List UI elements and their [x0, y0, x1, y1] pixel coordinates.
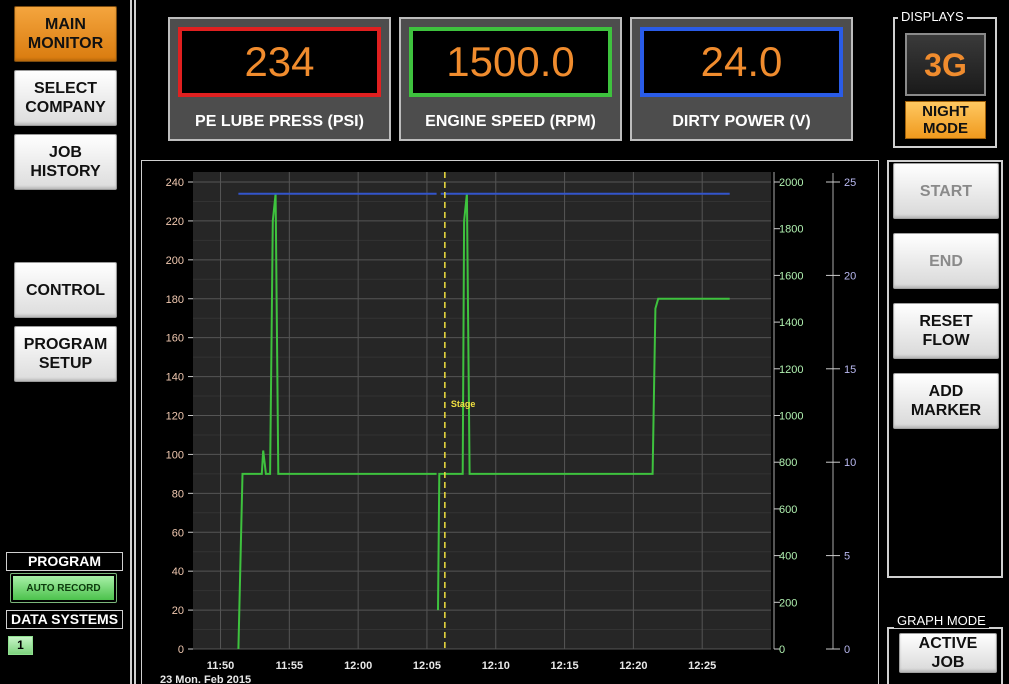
auto-record-label: AUTO RECORD [13, 576, 114, 600]
main-monitor-button[interactable]: MAIN MONITOR [14, 6, 117, 62]
gauge-readout: 234 [178, 27, 381, 97]
add-marker-button[interactable]: ADD MARKER [893, 373, 999, 429]
trend-chart-frame [141, 160, 879, 684]
gauge-readout: 24.0 [640, 27, 843, 97]
actions-group [887, 160, 1003, 578]
start-button[interactable]: START [893, 163, 999, 219]
program-setup-button[interactable]: PROGRAM SETUP [14, 326, 117, 382]
gauge-engine-speed: 1500.0 ENGINE SPEED (RPM) [399, 17, 622, 141]
displays-title: DISPLAYS [898, 10, 967, 24]
gauge-readout: 1500.0 [409, 27, 612, 97]
end-button[interactable]: END [893, 233, 999, 289]
gauge-label: PE LUBE PRESS (PSI) [195, 113, 364, 130]
gauge-label: ENGINE SPEED (RPM) [425, 113, 596, 130]
active-job-button[interactable]: ACTIVE JOB [899, 633, 997, 673]
gauge-dirty-power: 24.0 DIRTY POWER (V) [630, 17, 853, 141]
gauge-pe-lube-press: 234 PE LUBE PRESS (PSI) [168, 17, 391, 141]
select-company-button[interactable]: SELECT COMPANY [14, 70, 117, 126]
left-panel-divider [130, 0, 136, 684]
control-button[interactable]: CONTROL [14, 262, 117, 318]
data-systems-label: DATA SYSTEMS [6, 610, 123, 629]
program-label: PROGRAM [6, 552, 123, 571]
display-3g-button[interactable]: 3G [905, 33, 986, 96]
gauge-label: DIRTY POWER (V) [672, 113, 811, 130]
night-mode-button[interactable]: NIGHT MODE [905, 101, 986, 139]
auto-record-button[interactable]: AUTO RECORD [10, 573, 117, 603]
reset-flow-button[interactable]: RESET FLOW [893, 303, 999, 359]
job-history-button[interactable]: JOB HISTORY [14, 134, 117, 190]
graph-mode-title: GRAPH MODE [894, 614, 989, 628]
data-system-1-button[interactable]: 1 [8, 636, 33, 655]
